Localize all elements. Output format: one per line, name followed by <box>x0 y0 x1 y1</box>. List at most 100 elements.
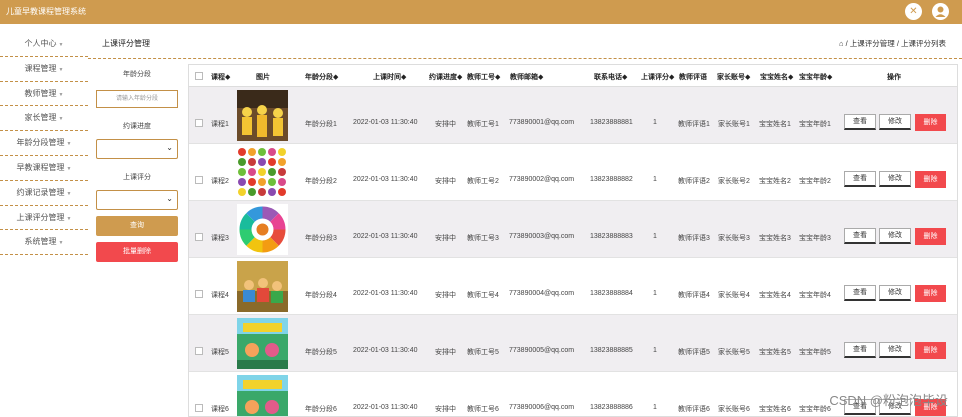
delete-button[interactable]: 删除 <box>915 228 946 245</box>
cell-age-group: 年龄分段4 <box>305 292 337 299</box>
sidebar-item-label: 系统管理 <box>24 237 57 247</box>
column-header[interactable]: 联系电话◆ <box>594 72 627 82</box>
column-header[interactable]: 年龄分段◆ <box>305 72 338 82</box>
gear-icon[interactable]: ✕ <box>905 3 922 20</box>
column-header[interactable]: 教师工号◆ <box>467 72 500 82</box>
column-header[interactable]: 上课时间◆ <box>373 72 406 82</box>
delete-button[interactable]: 删除 <box>915 114 946 131</box>
row-checkbox[interactable] <box>195 347 203 355</box>
column-header[interactable]: 课程◆ <box>211 72 230 82</box>
color-wheel-photo[interactable] <box>237 204 288 255</box>
cell-baby-age: 宝宝年龄5 <box>799 349 831 356</box>
home-icon[interactable]: ⌂ <box>839 39 844 48</box>
cell-baby-age: 宝宝年龄1 <box>799 121 831 128</box>
view-button[interactable]: 查看 <box>844 228 876 244</box>
chevron-down-icon: ▼ <box>58 91 64 98</box>
sidebar-item[interactable]: 课程管理 ▼ <box>0 57 88 82</box>
delete-button[interactable]: 删除 <box>915 342 946 359</box>
sidebar-item[interactable]: 教师管理 ▼ <box>0 82 88 107</box>
cell-parent: 家长账号2 <box>718 178 750 185</box>
view-button[interactable]: 查看 <box>844 171 876 187</box>
breadcrumb-text[interactable]: / 上课评分管理 / 上课评分列表 <box>846 39 946 48</box>
table-row[interactable]: 课程4 年龄分段4 2022-01-03 11:30:40 安排中 教师工号4 77389… <box>189 258 957 315</box>
query-button[interactable]: 查询 <box>96 216 178 236</box>
chevron-down-icon: ▼ <box>58 116 64 123</box>
cell-email: 773890003@qq.com <box>509 233 575 240</box>
edit-button[interactable]: 修改 <box>879 342 911 358</box>
chevron-down-icon: ⌄ <box>166 143 173 152</box>
cell-parent: 家长账号1 <box>718 121 750 128</box>
cell-course: 课程6 <box>211 406 229 413</box>
sidebar-item[interactable]: 年龄分段管理 ▼ <box>0 131 88 156</box>
column-header[interactable]: 教师评语 <box>679 72 707 82</box>
sidebar: 个人中心 ▼ 课程管理 ▼ 教师管理 ▼ 家长管理 ▼ 年龄分段管理 ▼ 早教课程管理 ▼ 约课记录管理… <box>0 32 88 256</box>
cell-comment: 教师评语4 <box>678 292 710 299</box>
cell-teacher-id: 教师工号3 <box>467 235 499 242</box>
cell-rating: 1 <box>653 404 657 411</box>
cell-email: 773890002@qq.com <box>509 176 575 183</box>
fruit-chart-photo[interactable] <box>237 147 288 198</box>
column-header[interactable]: 宝宝姓名◆ <box>760 72 793 82</box>
column-header[interactable]: 家长账号◆ <box>717 72 750 82</box>
sidebar-item[interactable]: 个人中心 ▼ <box>0 32 88 57</box>
select-all-checkbox[interactable] <box>195 72 203 80</box>
cell-teacher-id: 教师工号2 <box>467 178 499 185</box>
cell-course: 课程1 <box>211 121 229 128</box>
user-icon[interactable] <box>932 3 949 20</box>
row-checkbox[interactable] <box>195 233 203 241</box>
row-checkbox[interactable] <box>195 119 203 127</box>
row-checkbox[interactable] <box>195 176 203 184</box>
cell-time: 2022-01-03 11:30:40 <box>353 176 418 183</box>
table-row[interactable]: 课程1 年龄分段1 2022-01-03 11:30:40 安排中 教师工号1 77389… <box>189 87 957 144</box>
cell-age-group: 年龄分段1 <box>305 121 337 128</box>
column-header[interactable]: 约课进度◆ <box>429 72 462 82</box>
sidebar-item[interactable]: 系统管理 ▼ <box>0 230 88 256</box>
row-checkbox[interactable] <box>195 290 203 298</box>
progress-select[interactable]: ⌄ <box>96 139 178 159</box>
cell-email: 773890004@qq.com <box>509 290 575 297</box>
cell-course: 课程4 <box>211 292 229 299</box>
cell-time: 2022-01-03 11:30:40 <box>353 233 418 240</box>
table-row[interactable]: 课程5 年龄分段5 2022-01-03 11:30:40 安排中 教师工号5 77389… <box>189 315 957 372</box>
edit-button[interactable]: 修改 <box>879 228 911 244</box>
cartoon-poster-photo[interactable] <box>237 318 288 369</box>
edit-button[interactable]: 修改 <box>879 171 911 187</box>
kids-dancing-photo[interactable] <box>237 90 288 141</box>
delete-button[interactable]: 删除 <box>915 285 946 302</box>
view-button[interactable]: 查看 <box>844 342 876 358</box>
row-checkbox[interactable] <box>195 404 203 412</box>
table-row[interactable]: 课程2 年龄分段2 2022-01-03 11:30:40 安排中 教师工号2 77389… <box>189 144 957 201</box>
column-header[interactable]: 图片 <box>256 72 270 82</box>
table-row[interactable]: 课程3 年龄分段3 2022-01-03 11:30:40 安排中 教师工号3 77389… <box>189 201 957 258</box>
chevron-down-icon: ▼ <box>66 190 72 197</box>
cell-time: 2022-01-03 11:30:40 <box>353 347 418 354</box>
cell-baby-name: 宝宝姓名3 <box>759 235 791 242</box>
chevron-down-icon: ▼ <box>58 240 64 247</box>
cell-comment: 教师评语1 <box>678 121 710 128</box>
delete-button[interactable]: 删除 <box>915 171 946 188</box>
column-header[interactable]: 操作 <box>887 72 901 82</box>
column-header[interactable]: 教师邮箱◆ <box>510 72 543 82</box>
progress-filter-label: 约课进度 <box>123 123 151 130</box>
age-filter-label: 年龄分段 <box>123 71 151 78</box>
age-filter-input[interactable]: 请输入年龄分段 <box>96 90 178 108</box>
sidebar-item[interactable]: 上课评分管理 ▼ <box>0 206 88 231</box>
sidebar-item[interactable]: 家长管理 ▼ <box>0 106 88 132</box>
sidebar-item[interactable]: 约课记录管理 ▼ <box>0 181 88 206</box>
cell-email: 773890006@qq.com <box>509 404 575 411</box>
edit-button[interactable]: 修改 <box>879 285 911 301</box>
cell-comment: 教师评语2 <box>678 178 710 185</box>
edit-button[interactable]: 修改 <box>879 114 911 130</box>
view-button[interactable]: 查看 <box>844 285 876 301</box>
cartoon-poster-photo[interactable] <box>237 375 288 416</box>
rating-select[interactable]: ⌄ <box>96 190 178 210</box>
cell-comment: 教师评语6 <box>678 406 710 413</box>
watermark: CSDN @粉泡泡毕设 <box>829 393 948 408</box>
cell-baby-age: 宝宝年龄2 <box>799 178 831 185</box>
batch-delete-button[interactable]: 批量删除 <box>96 242 178 262</box>
classroom-photo[interactable] <box>237 261 288 312</box>
column-header[interactable]: 宝宝年龄◆ <box>799 72 832 82</box>
column-header[interactable]: 上课评分◆ <box>641 72 674 82</box>
sidebar-item[interactable]: 早教课程管理 ▼ <box>0 156 88 181</box>
view-button[interactable]: 查看 <box>844 114 876 130</box>
